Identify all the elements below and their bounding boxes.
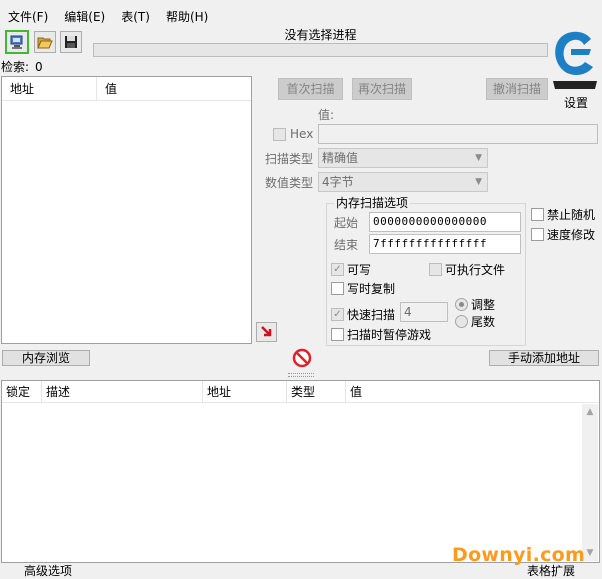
- value-type-value: 4字节: [322, 175, 354, 189]
- alignment-radio[interactable]: [455, 298, 468, 311]
- scroll-up-icon[interactable]: ▲: [582, 404, 598, 420]
- add-address-manually-button[interactable]: 手动添加地址: [489, 350, 599, 366]
- executable-label: 可执行文件: [445, 263, 506, 277]
- scan-type-label: 扫描类型: [265, 152, 314, 166]
- scan-progress-bar: [93, 43, 548, 57]
- first-scan-button[interactable]: 首次扫描: [278, 78, 343, 100]
- pause-game-checkbox[interactable]: [331, 328, 344, 341]
- speedhack-option[interactable]: 速度修改: [531, 226, 595, 243]
- open-process-button[interactable]: [5, 30, 29, 54]
- chevron-down-icon: ▼: [475, 153, 482, 163]
- floppy-disk-icon: [65, 36, 77, 48]
- column-description[interactable]: 描述: [42, 381, 203, 402]
- column-type[interactable]: 类型: [287, 381, 346, 402]
- hex-label: Hex: [290, 127, 314, 141]
- value-label: 值:: [318, 108, 335, 122]
- menu-help[interactable]: 帮助(H): [158, 8, 216, 26]
- fast-scan-alignment-input[interactable]: 4: [400, 302, 448, 322]
- panel-splitter[interactable]: [288, 373, 314, 377]
- process-title: 没有选择进程: [284, 28, 357, 42]
- column-address[interactable]: 地址: [203, 381, 287, 402]
- chevron-down-icon: ▼: [475, 177, 482, 187]
- scan-type-select[interactable]: 精确值 ▼: [318, 148, 488, 168]
- alignment-option[interactable]: 调整: [455, 296, 495, 313]
- folder-open-icon: [37, 37, 53, 49]
- address-table-header: 锁定 描述 地址 类型 值: [2, 381, 599, 403]
- add-to-list-button[interactable]: [256, 322, 277, 342]
- value-type-select[interactable]: 4字节 ▼: [318, 172, 488, 192]
- menu-file[interactable]: 文件(F): [0, 8, 56, 26]
- executable-option[interactable]: 可执行文件: [429, 261, 505, 278]
- stop-button[interactable]: [292, 348, 312, 368]
- found-count-row: 检索: 0: [1, 60, 43, 74]
- settings-label[interactable]: 设置: [558, 95, 594, 111]
- fast-scan-checkbox[interactable]: ✓: [331, 308, 344, 321]
- last-digits-option[interactable]: 尾数: [455, 313, 495, 330]
- table-extras-button[interactable]: 表格扩展: [527, 563, 575, 579]
- writable-label: 可写: [347, 263, 372, 277]
- computer-select-icon: [10, 35, 23, 49]
- menu-bar: 文件(F) 编辑(E) 表(T) 帮助(H): [0, 8, 216, 26]
- unrandomizer-option[interactable]: 禁止随机: [531, 206, 595, 223]
- unrandomizer-checkbox[interactable]: [531, 208, 544, 221]
- speedhack-label: 速度修改: [547, 228, 596, 242]
- found-count: 0: [35, 60, 43, 74]
- last-digits-radio[interactable]: [455, 315, 468, 328]
- hex-checkbox[interactable]: [273, 127, 286, 141]
- column-active[interactable]: 锁定: [2, 381, 42, 402]
- executable-checkbox[interactable]: [429, 263, 442, 276]
- found-label: 检索:: [1, 60, 30, 74]
- pause-game-option[interactable]: 扫描时暂停游戏: [331, 326, 431, 343]
- speedhack-checkbox[interactable]: [531, 228, 544, 241]
- no-entry-icon: [292, 348, 312, 368]
- cheat-engine-logo: [553, 31, 597, 89]
- memory-scan-options-title: 内存扫描选项: [334, 196, 411, 210]
- copy-on-write-option[interactable]: 写时复制: [331, 280, 395, 297]
- save-button[interactable]: [60, 31, 82, 53]
- start-address-input[interactable]: 0000000000000000: [369, 212, 521, 232]
- found-list-header: 地址 值: [2, 77, 251, 101]
- menu-edit[interactable]: 编辑(E): [56, 8, 113, 26]
- writable-option[interactable]: ✓ 可写: [331, 261, 371, 278]
- column-value[interactable]: 值: [346, 381, 599, 402]
- scan-type-value: 精确值: [322, 151, 359, 165]
- found-column-address[interactable]: 地址: [2, 77, 97, 100]
- start-address-label: 起始: [334, 216, 359, 230]
- found-results-list[interactable]: 地址 值: [1, 76, 252, 344]
- advanced-options-button[interactable]: 高级选项: [24, 563, 72, 579]
- pause-game-label: 扫描时暂停游戏: [347, 328, 432, 342]
- found-column-value[interactable]: 值: [97, 77, 117, 100]
- alignment-label: 调整: [471, 298, 496, 312]
- last-digits-label: 尾数: [471, 315, 496, 329]
- scan-value-input[interactable]: [318, 124, 598, 144]
- value-type-label: 数值类型: [265, 176, 314, 190]
- hex-option[interactable]: Hex: [273, 127, 313, 141]
- copy-on-write-label: 写时复制: [347, 282, 396, 296]
- unrandomizer-label: 禁止随机: [547, 208, 596, 222]
- address-table[interactable]: 锁定 描述 地址 类型 值 ▲ ▼: [1, 380, 600, 563]
- address-table-scrollbar[interactable]: ▲ ▼: [582, 404, 598, 561]
- bottom-bar: 高级选项 表格扩展: [0, 563, 602, 579]
- settings-logo-button[interactable]: [551, 27, 599, 91]
- fast-scan-option[interactable]: ✓ 快速扫描: [331, 306, 395, 323]
- memory-view-button[interactable]: 内存浏览: [2, 350, 90, 366]
- writable-checkbox[interactable]: ✓: [331, 263, 344, 276]
- red-arrow-icon: [260, 326, 271, 337]
- undo-scan-button[interactable]: 撤消扫描: [486, 78, 548, 100]
- menu-table[interactable]: 表(T): [113, 8, 158, 26]
- end-address-input[interactable]: 7fffffffffffffff: [369, 234, 521, 254]
- end-address-label: 结束: [334, 238, 359, 252]
- copy-on-write-checkbox[interactable]: [331, 282, 344, 295]
- open-file-button[interactable]: [34, 31, 56, 53]
- fast-scan-label: 快速扫描: [347, 308, 396, 322]
- next-scan-button[interactable]: 再次扫描: [352, 78, 412, 100]
